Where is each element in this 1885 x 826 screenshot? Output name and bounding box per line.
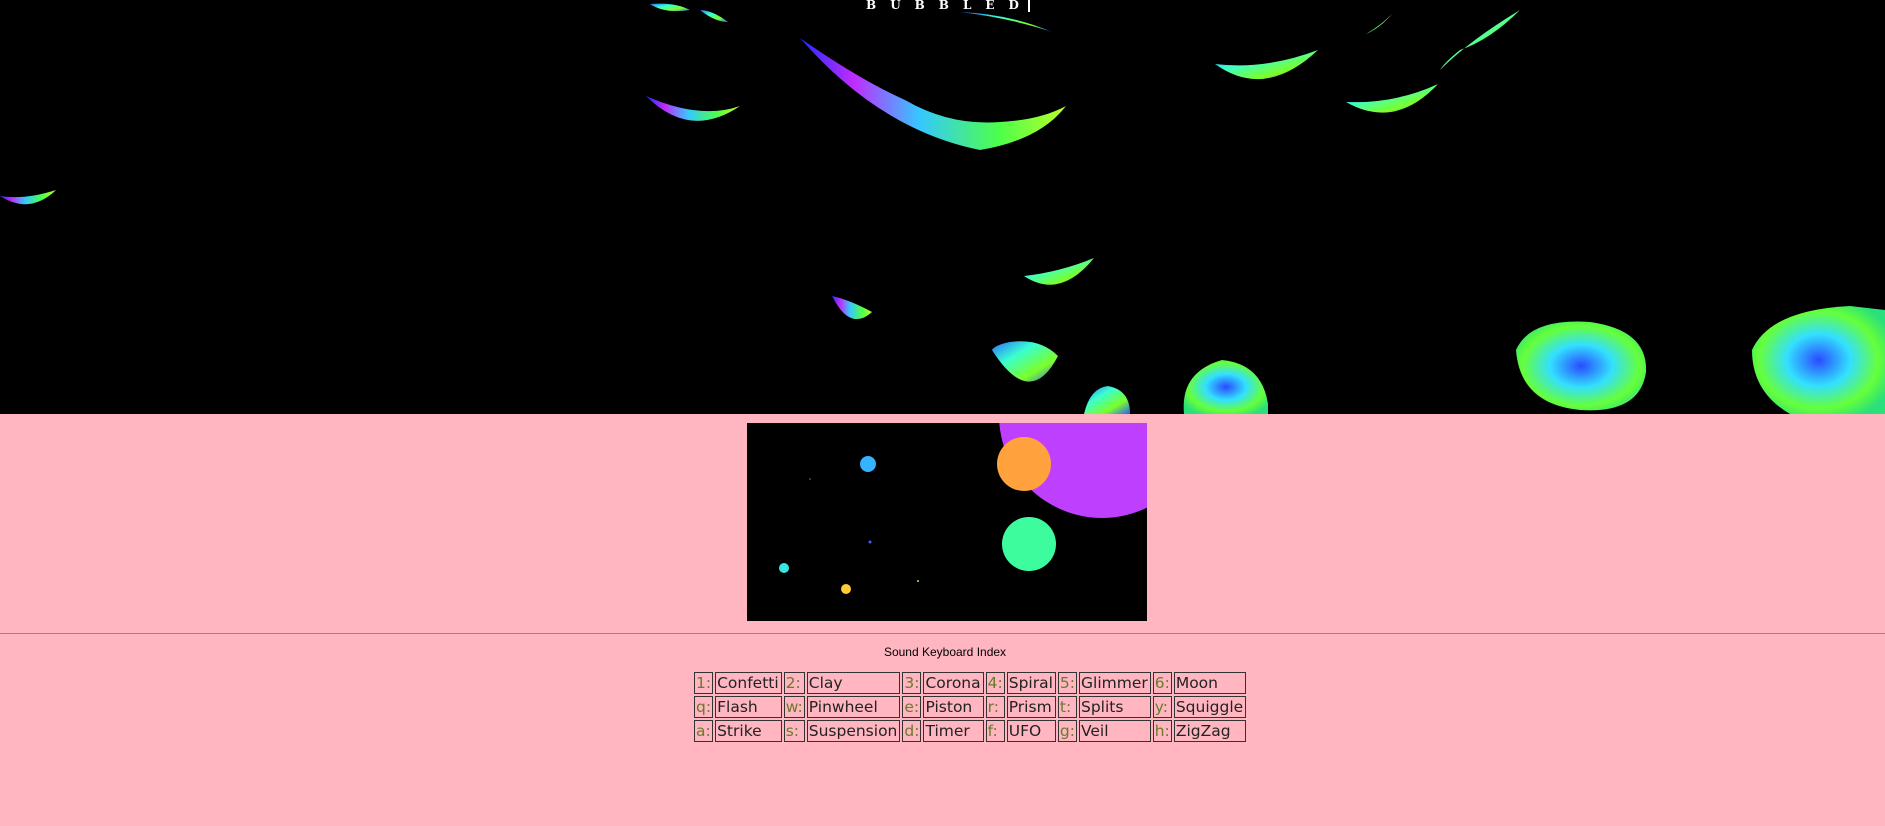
text-cursor: [1028, 0, 1030, 12]
sound-name-cell: Confetti: [715, 672, 782, 694]
key-cell: d:: [902, 720, 922, 742]
sound-name-cell: Suspension: [806, 720, 901, 742]
sound-name-cell: Corona: [923, 672, 984, 694]
bubble-shard: [1516, 321, 1647, 411]
tiny-bubble: [917, 580, 919, 582]
bubble-shard: [1752, 306, 1885, 414]
site-title: BUBBLED: [866, 0, 1033, 12]
bubble-shard: [1366, 14, 1392, 34]
sound-name-cell: Piston: [923, 696, 984, 718]
table-row: a: Strike s: Suspension d: Timer f: UFO g: Veil h:…: [694, 720, 1247, 742]
key-cell: g:: [1057, 720, 1077, 742]
tiny-bubble: [868, 540, 872, 544]
key-cell: 4:: [985, 672, 1005, 694]
key-cell: e:: [902, 696, 922, 718]
sound-name-cell: UFO: [1006, 720, 1056, 742]
bubble-shard: [1215, 50, 1318, 80]
green-bubble: [1002, 517, 1056, 571]
key-cell: q:: [694, 696, 714, 718]
key-cell: 1:: [694, 672, 714, 694]
sound-name-cell: Prism: [1006, 696, 1056, 718]
table-row: q: Flash w: Pinwheel e: Piston r: Prism t: Splits…: [694, 696, 1247, 718]
bubble-shard: [1346, 84, 1438, 113]
sound-name-cell: Strike: [715, 720, 782, 742]
key-cell: 3:: [902, 672, 922, 694]
key-cell: t:: [1057, 696, 1077, 718]
key-cell: 2:: [783, 672, 805, 694]
sound-name-cell: Glimmer: [1079, 672, 1151, 694]
sound-name-cell: Veil: [1079, 720, 1151, 742]
key-cell: f:: [985, 720, 1005, 742]
table-row: 1: Confetti 2: Clay 3: Corona 4: Spiral 5: Glimme…: [694, 672, 1247, 694]
bubble-shard: [992, 341, 1058, 382]
key-cell: r:: [985, 696, 1005, 718]
tiny-bubble: [809, 478, 811, 480]
bubble-shard: [1440, 10, 1520, 70]
key-cell: s:: [783, 720, 805, 742]
key-cell: 6:: [1152, 672, 1172, 694]
bubble-shard: [800, 38, 1066, 150]
sound-name-cell: Spiral: [1006, 672, 1056, 694]
sound-name-cell: Squiggle: [1173, 696, 1247, 718]
yellow-bubble: [841, 584, 851, 594]
key-cell: a:: [694, 720, 714, 742]
sound-name-cell: Flash: [715, 696, 782, 718]
bubble-animation-canvas[interactable]: BUBBLED: [0, 0, 1885, 414]
bubble-artwork: [0, 3, 1885, 414]
bubble-shard: [0, 190, 56, 205]
sound-name-cell: Splits: [1079, 696, 1151, 718]
sound-name-cell: ZigZag: [1173, 720, 1247, 742]
sound-index-title: Sound Keyboard Index: [883, 645, 1007, 659]
cyan-bubble: [779, 563, 789, 573]
bubble-shard: [1024, 258, 1094, 285]
bubble-shard: [832, 296, 872, 320]
key-cell: 5:: [1057, 672, 1077, 694]
bubble-preview-canvas[interactable]: [747, 423, 1147, 621]
key-cell: h:: [1152, 720, 1172, 742]
sound-name-cell: Pinwheel: [806, 696, 901, 718]
bubble-shard: [646, 96, 740, 121]
bubble-shard: [960, 12, 1052, 32]
section-divider: [0, 633, 1885, 634]
bubble-shard: [1084, 386, 1130, 414]
sound-name-cell: Moon: [1173, 672, 1247, 694]
orange-bubble: [997, 437, 1051, 491]
bubble-shard: [1183, 360, 1268, 414]
blue-bubble: [860, 456, 876, 472]
sound-name-cell: Timer: [923, 720, 984, 742]
bubble-preview-artwork: [779, 423, 1147, 594]
key-cell: y:: [1152, 696, 1172, 718]
sound-name-cell: Clay: [806, 672, 901, 694]
sound-keyboard-index-table: 1: Confetti 2: Clay 3: Corona 4: Spiral 5: Glimme…: [692, 670, 1248, 744]
key-cell: w:: [783, 696, 805, 718]
